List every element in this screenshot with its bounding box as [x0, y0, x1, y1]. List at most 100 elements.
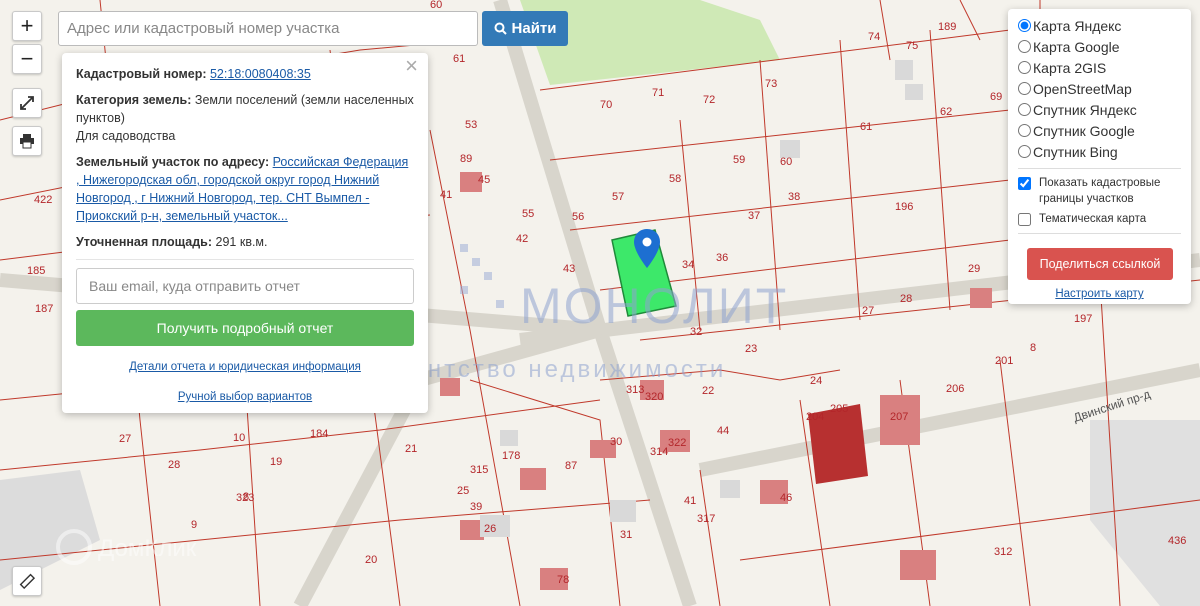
parcel-number: 25: [457, 485, 469, 497]
search-input[interactable]: [58, 11, 478, 46]
parcel-number: 24: [810, 375, 822, 387]
parcel-number: 8: [243, 491, 249, 503]
manual-selection-link[interactable]: Ручной выбор вариантов: [76, 388, 414, 406]
parcel-number: 72: [703, 94, 715, 106]
svg-text:агентство недвижимости: агентство недвижимости: [384, 356, 726, 383]
parcel-number: 19: [270, 456, 282, 468]
parcel-info-panel: × Кадастровый номер: 52:18:0080408:35 Ка…: [62, 53, 428, 413]
layer-option[interactable]: Карта 2GIS: [1018, 57, 1181, 78]
layer-option[interactable]: OpenStreetMap: [1018, 78, 1181, 99]
parcel-number: 37: [748, 210, 760, 222]
layer-option[interactable]: Спутник Bing: [1018, 141, 1181, 162]
parcel-number: 187: [35, 303, 53, 315]
layer-option-label: Карта Google: [1033, 38, 1120, 55]
layer-option-label: Спутник Bing: [1033, 143, 1118, 160]
parcel-number: 26: [484, 523, 496, 535]
parcel-number: 320: [645, 391, 663, 403]
report-details-link[interactable]: Детали отчета и юридическая информация: [76, 358, 414, 376]
parcel-number: 55: [522, 208, 534, 220]
layer-radio[interactable]: [1018, 61, 1031, 74]
layer-radio[interactable]: [1018, 145, 1031, 158]
ruler-button[interactable]: [12, 566, 42, 596]
parcel-number: 315: [470, 464, 488, 476]
parcel-number: 59: [733, 154, 745, 166]
thematic-map-checkbox[interactable]: [1018, 213, 1031, 226]
parcel-number: 436: [1168, 535, 1186, 547]
parcel-number: 422: [34, 194, 52, 206]
parcel-number: 74: [868, 31, 880, 43]
fullscreen-button[interactable]: [12, 88, 42, 118]
email-field[interactable]: [76, 268, 414, 304]
printer-icon: [20, 134, 34, 149]
cadastral-number-link[interactable]: 52:18:0080408:35: [210, 67, 311, 81]
find-button-label: Найти: [511, 20, 557, 37]
layer-radio[interactable]: [1018, 103, 1031, 116]
get-report-button[interactable]: Получить подробный отчет: [76, 310, 414, 346]
parcel-number: 41: [684, 495, 696, 507]
parcel-number: 196: [895, 201, 913, 213]
parcel-number: 204: [806, 411, 824, 423]
zoom-out-button[interactable]: −: [12, 44, 42, 74]
parcel-number: 205: [830, 403, 848, 415]
parcel-number: 21: [405, 443, 417, 455]
show-boundaries-checkbox[interactable]: [1018, 177, 1031, 190]
layer-option-label: Карта 2GIS: [1033, 59, 1107, 76]
zoom-in-button[interactable]: +: [12, 11, 42, 41]
parcel-number: 61: [860, 121, 872, 133]
share-link-button[interactable]: Поделиться ссылкой: [1027, 248, 1173, 280]
parcel-number: 56: [572, 211, 584, 223]
parcel-number: 23: [745, 343, 757, 355]
parcel-number: 44: [717, 425, 729, 437]
parcel-number: 317: [697, 513, 715, 525]
area-value: 291 кв.м.: [215, 235, 268, 249]
parcel-number: 60: [780, 156, 792, 168]
parcel-number: 39: [470, 501, 482, 513]
address-label: Земельный участок по адресу:: [76, 155, 270, 169]
layer-option[interactable]: Карта Яндекс: [1018, 15, 1181, 36]
parcel-number: 31: [620, 529, 632, 541]
parcel-number: 27: [119, 433, 131, 445]
parcel-number: 70: [600, 99, 612, 111]
parcel-number: 38: [788, 191, 800, 203]
parcel-number: 60: [430, 0, 442, 11]
layer-radio[interactable]: [1018, 40, 1031, 53]
parcel-number: 178: [502, 450, 520, 462]
parcel-number: 41: [440, 189, 452, 201]
print-button[interactable]: [12, 126, 42, 156]
map-layers-panel: Карта Яндекс Карта Google Карта 2GIS OpenSt…: [1008, 9, 1191, 304]
category-label: Категория земель:: [76, 93, 192, 107]
parcel-number: 10: [233, 432, 245, 444]
area-label: Уточненная площадь:: [76, 235, 213, 249]
parcel-number: 36: [716, 252, 728, 264]
parcel-number: 78: [557, 574, 569, 586]
parcel-number: 58: [669, 173, 681, 185]
parcel-number: 73: [765, 78, 777, 90]
configure-map-link[interactable]: Настроить карту: [1018, 288, 1181, 300]
layer-radio[interactable]: [1018, 82, 1031, 95]
parcel-number: 185: [27, 265, 45, 277]
layer-option-label: OpenStreetMap: [1033, 80, 1132, 97]
parcel-number: 197: [1074, 313, 1092, 325]
layer-radio[interactable]: [1018, 19, 1031, 32]
layer-option[interactable]: Спутник Яндекс: [1018, 99, 1181, 120]
layer-option-label: Спутник Google: [1033, 122, 1135, 139]
layer-option[interactable]: Карта Google: [1018, 36, 1181, 57]
layer-option-label: Карта Яндекс: [1033, 17, 1122, 34]
layer-option-label: Спутник Яндекс: [1033, 101, 1137, 118]
parcel-number: 71: [652, 87, 664, 99]
show-boundaries-option[interactable]: Показать кадастровые границы участков: [1018, 175, 1181, 207]
svg-text:МОНОЛИТ: МОНОЛИТ: [520, 278, 788, 334]
parcel-number: 184: [310, 428, 328, 440]
layer-radio[interactable]: [1018, 124, 1031, 137]
close-icon[interactable]: ×: [405, 55, 418, 77]
thematic-map-option[interactable]: Тематическая карта: [1018, 211, 1181, 227]
parcel-number: 43: [563, 263, 575, 275]
find-button[interactable]: Найти: [482, 11, 568, 46]
parcel-number: 57: [612, 191, 624, 203]
layer-option[interactable]: Спутник Google: [1018, 120, 1181, 141]
parcel-number: 87: [565, 460, 577, 472]
parcel-number: 89: [460, 153, 472, 165]
expand-icon: [20, 96, 34, 110]
cadastral-label: Кадастровый номер:: [76, 67, 207, 81]
parcel-number: 28: [168, 459, 180, 471]
